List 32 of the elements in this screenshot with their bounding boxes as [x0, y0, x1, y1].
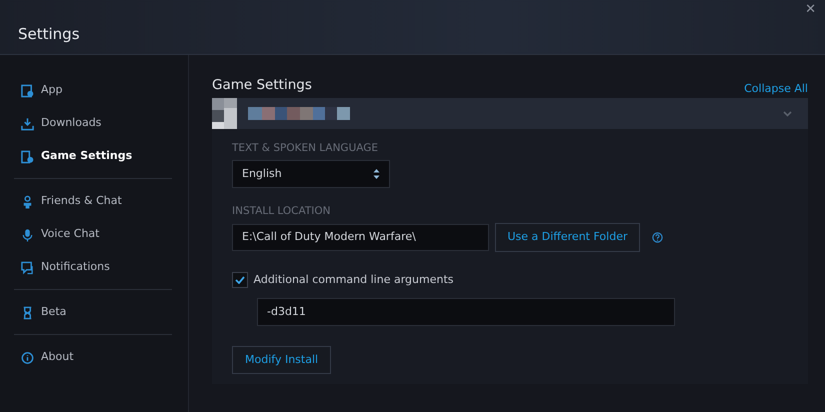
- sidebar-item[interactable]: Voice Chat: [14, 218, 172, 251]
- speech-bubble-icon: [21, 260, 34, 274]
- window-title: Settings: [18, 24, 80, 45]
- field-label: TEXT & SPOKEN LANGUAGE: [232, 141, 380, 156]
- download-icon: [21, 116, 34, 130]
- game-header-bar[interactable]: [212, 98, 808, 129]
- sidebar-item[interactable]: Game Settings: [14, 140, 172, 173]
- checkbox-label: Additional command line arguments: [254, 272, 454, 288]
- help-icon[interactable]: [652, 232, 663, 242]
- sidebar-item[interactable]: Notifications: [14, 251, 172, 284]
- sidebar-item[interactable]: App: [14, 74, 172, 107]
- use-different-folder-button[interactable]: Use a Different Folder: [494, 222, 640, 252]
- modify-install-button[interactable]: Modify Install: [232, 346, 332, 374]
- sort-arrows-icon: [373, 168, 380, 180]
- app-window-icon: [21, 84, 34, 98]
- close-button[interactable]: ✕: [805, 0, 816, 20]
- checkbox[interactable]: [232, 272, 248, 288]
- collapse-all-link[interactable]: Collapse All: [744, 80, 808, 98]
- microphone-icon: [21, 228, 34, 242]
- sidebar-item[interactable]: Downloads: [14, 107, 172, 140]
- person-icon: [21, 194, 34, 208]
- checkmark-icon: [235, 276, 245, 284]
- sidebar-item[interactable]: Friends & Chat: [14, 185, 172, 218]
- sidebar-item[interactable]: About: [14, 341, 172, 374]
- section-heading: Game Settings: [212, 76, 312, 95]
- hourglass-icon: [21, 306, 34, 320]
- field-label: INSTALL LOCATION: [232, 204, 332, 219]
- sidebar-item[interactable]: Beta: [14, 296, 172, 329]
- language-dropdown[interactable]: English: [232, 160, 390, 188]
- info-icon: [21, 350, 34, 364]
- arguments-field[interactable]: -d3d11: [257, 298, 675, 326]
- install-path-field[interactable]: E:\Call of Duty Modern Warfare\: [232, 224, 489, 250]
